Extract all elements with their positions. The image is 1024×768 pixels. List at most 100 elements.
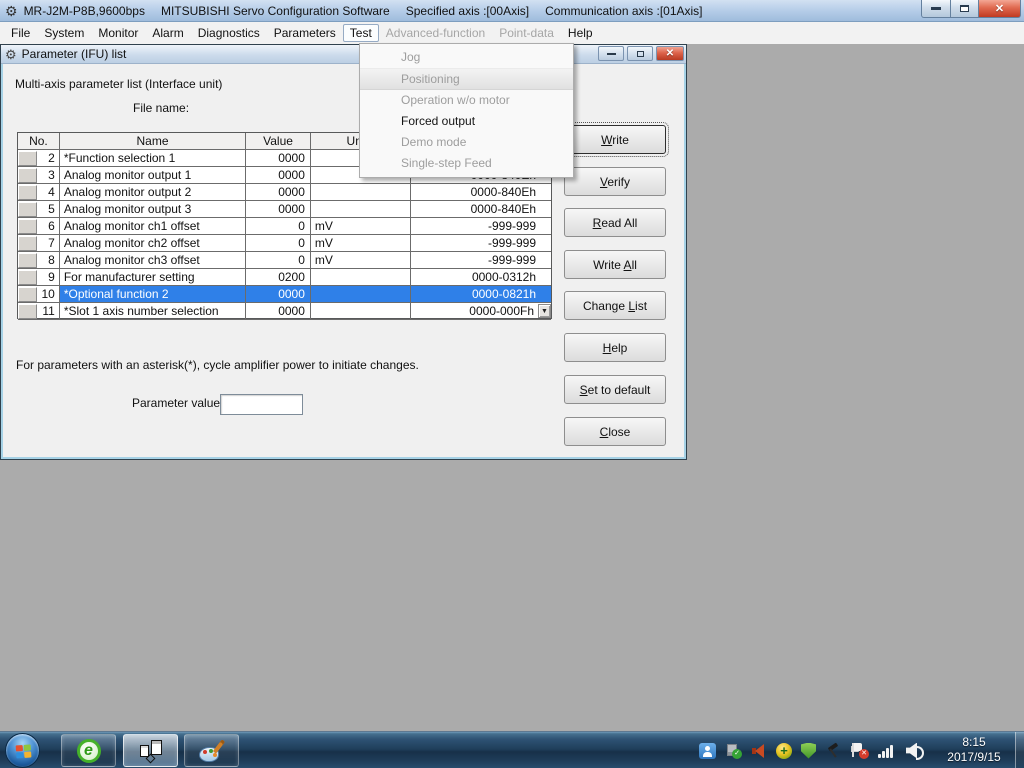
table-row[interactable]: 4 Analog monitor output 2 0000 0000-840E… xyxy=(18,184,551,201)
minimize-icon xyxy=(931,7,941,10)
param-close-button[interactable]: ✕ xyxy=(656,46,684,61)
clock-date: 2017/9/15 xyxy=(936,750,1012,765)
row-selector[interactable] xyxy=(18,287,37,302)
row-selector[interactable] xyxy=(18,202,37,217)
help-button[interactable]: Help xyxy=(564,333,666,362)
menubar-item-alarm[interactable]: Alarm xyxy=(145,24,190,42)
menubar-item-system[interactable]: System xyxy=(37,24,91,42)
browser-icon: e xyxy=(77,739,101,763)
row-selector[interactable] xyxy=(18,151,37,166)
table-row-selected[interactable]: 10 *Optional function 2 0000 0000-0821h xyxy=(18,286,551,303)
menubar-item-file[interactable]: File xyxy=(4,24,37,42)
param-window-title: Parameter (IFU) list xyxy=(22,47,127,61)
updater-tray-icon[interactable]: + xyxy=(776,743,792,759)
scroll-down-button[interactable]: ▼ xyxy=(538,304,551,318)
change-list-button[interactable]: Change List xyxy=(564,291,666,320)
title-specified-axis: Specified axis :[00Axis] xyxy=(406,4,529,18)
param-window-controls: ✕ xyxy=(595,46,684,61)
menu-item-operation-wo-motor: Operation w/o motor xyxy=(360,90,573,111)
row-selector[interactable] xyxy=(18,304,37,319)
table-row[interactable]: 9 For manufacturer setting 0200 0000-031… xyxy=(18,269,551,286)
menu-item-jog: Jog xyxy=(360,47,573,68)
menu-item-positioning: Positioning xyxy=(360,68,573,90)
parameter-ifu-list-window: ⚙ Parameter (IFU) list ✕ Multi-axis para… xyxy=(0,44,687,460)
column-header-value: Value xyxy=(246,133,311,150)
minimize-button[interactable] xyxy=(921,0,951,18)
menubar-item-advanced-function: Advanced-function xyxy=(379,24,492,42)
taskbar-servo-app-button[interactable] xyxy=(123,734,178,767)
volume-icon[interactable] xyxy=(906,743,926,759)
menubar-item-monitor[interactable]: Monitor xyxy=(91,24,145,42)
usb-safely-remove-icon[interactable] xyxy=(725,743,742,759)
menubar-item-point-data: Point-data xyxy=(492,24,561,42)
menu-item-forced-output[interactable]: Forced output xyxy=(360,111,573,132)
main-titlebar: ⚙ MR-J2M-P8B,9600bps MITSUBISHI Servo Co… xyxy=(0,0,1024,22)
chevron-down-icon: ▼ xyxy=(541,308,548,315)
verify-button[interactable]: Verify xyxy=(564,167,666,196)
action-center-flag-icon[interactable]: ✕ xyxy=(850,743,869,759)
title-app-name: MITSUBISHI Servo Configuration Software xyxy=(161,4,390,18)
row-selector[interactable] xyxy=(18,253,37,268)
paint-icon xyxy=(199,740,225,762)
asterisk-note: For parameters with an asterisk(*), cycl… xyxy=(16,358,419,372)
close-icon: ✕ xyxy=(666,48,674,59)
write-button[interactable]: Write xyxy=(564,125,666,154)
column-header-no: No. xyxy=(18,133,60,150)
messenger-tray-icon[interactable] xyxy=(699,743,716,759)
write-all-button[interactable]: Write All xyxy=(564,250,666,279)
restore-button[interactable] xyxy=(950,0,979,18)
menubar-item-help[interactable]: Help xyxy=(561,24,600,42)
close-button[interactable]: ✕ xyxy=(978,0,1021,18)
param-window-titlebar[interactable]: ⚙ Parameter (IFU) list xyxy=(1,45,686,64)
tools-tray-icon[interactable] xyxy=(825,743,841,759)
close-list-button[interactable]: Close xyxy=(564,417,666,446)
taskbar: e + ✕ 8:15 2017/9/15 xyxy=(0,731,1024,768)
minimize-icon xyxy=(607,53,616,55)
table-row[interactable]: 5 Analog monitor output 3 0000 0000-840E… xyxy=(18,201,551,218)
system-tray: + ✕ xyxy=(699,732,926,768)
column-header-name: Name xyxy=(60,133,246,150)
param-window-icon: ⚙ xyxy=(5,48,17,61)
row-selector[interactable] xyxy=(18,270,37,285)
parameter-value-input[interactable] xyxy=(220,394,303,415)
test-menu: Jog Positioning Operation w/o motor Forc… xyxy=(359,43,574,178)
param-maximize-button[interactable] xyxy=(627,46,653,61)
row-selector[interactable] xyxy=(18,236,37,251)
row-selector[interactable] xyxy=(18,219,37,234)
windows-logo-icon xyxy=(14,743,31,758)
file-name-label: File name: xyxy=(133,101,189,115)
table-row[interactable]: 7 Analog monitor ch2 offset 0 mV -999-99… xyxy=(18,235,551,252)
network-signal-icon[interactable] xyxy=(878,743,897,758)
taskbar-clock[interactable]: 8:15 2017/9/15 xyxy=(936,735,1012,765)
menubar-item-test[interactable]: Test xyxy=(343,24,379,42)
row-selector[interactable] xyxy=(18,185,37,200)
start-button[interactable] xyxy=(5,733,40,768)
menubar-item-diagnostics[interactable]: Diagnostics xyxy=(191,24,267,42)
restore-icon xyxy=(960,5,969,12)
taskbar-paint-button[interactable] xyxy=(184,734,239,767)
app-icon: ⚙ xyxy=(5,4,18,18)
taskbar-browser-button[interactable]: e xyxy=(61,734,116,767)
main-window-controls: ✕ xyxy=(921,0,1021,18)
close-icon: ✕ xyxy=(995,2,1004,15)
security-shield-icon[interactable] xyxy=(801,743,816,759)
menu-item-demo-mode: Demo mode xyxy=(360,132,573,153)
title-connection: MR-J2M-P8B,9600bps xyxy=(24,4,145,18)
table-row[interactable]: 8 Analog monitor ch3 offset 0 mV -999-99… xyxy=(18,252,551,269)
clock-time: 8:15 xyxy=(936,735,1012,750)
param-window-subtitle: Multi-axis parameter list (Interface uni… xyxy=(15,77,222,91)
param-minimize-button[interactable] xyxy=(598,46,624,61)
table-row[interactable]: 6 Analog monitor ch1 offset 0 mV -999-99… xyxy=(18,218,551,235)
read-all-button[interactable]: Read All xyxy=(564,208,666,237)
parameter-value-label: Parameter value xyxy=(132,396,220,410)
set-to-default-button[interactable]: Set to default xyxy=(564,375,666,404)
table-row[interactable]: 11 *Slot 1 axis number selection 0000 00… xyxy=(18,303,551,320)
show-desktop-button[interactable] xyxy=(1015,732,1024,768)
row-selector[interactable] xyxy=(18,168,37,183)
menubar-item-parameters[interactable]: Parameters xyxy=(267,24,343,42)
desktop: ⚙ MR-J2M-P8B,9600bps MITSUBISHI Servo Co… xyxy=(0,0,1024,768)
title-communication-axis: Communication axis :[01Axis] xyxy=(545,4,702,18)
servo-app-icon xyxy=(138,738,164,764)
audio-manager-icon[interactable] xyxy=(751,743,767,759)
error-badge: ✕ xyxy=(859,749,869,759)
